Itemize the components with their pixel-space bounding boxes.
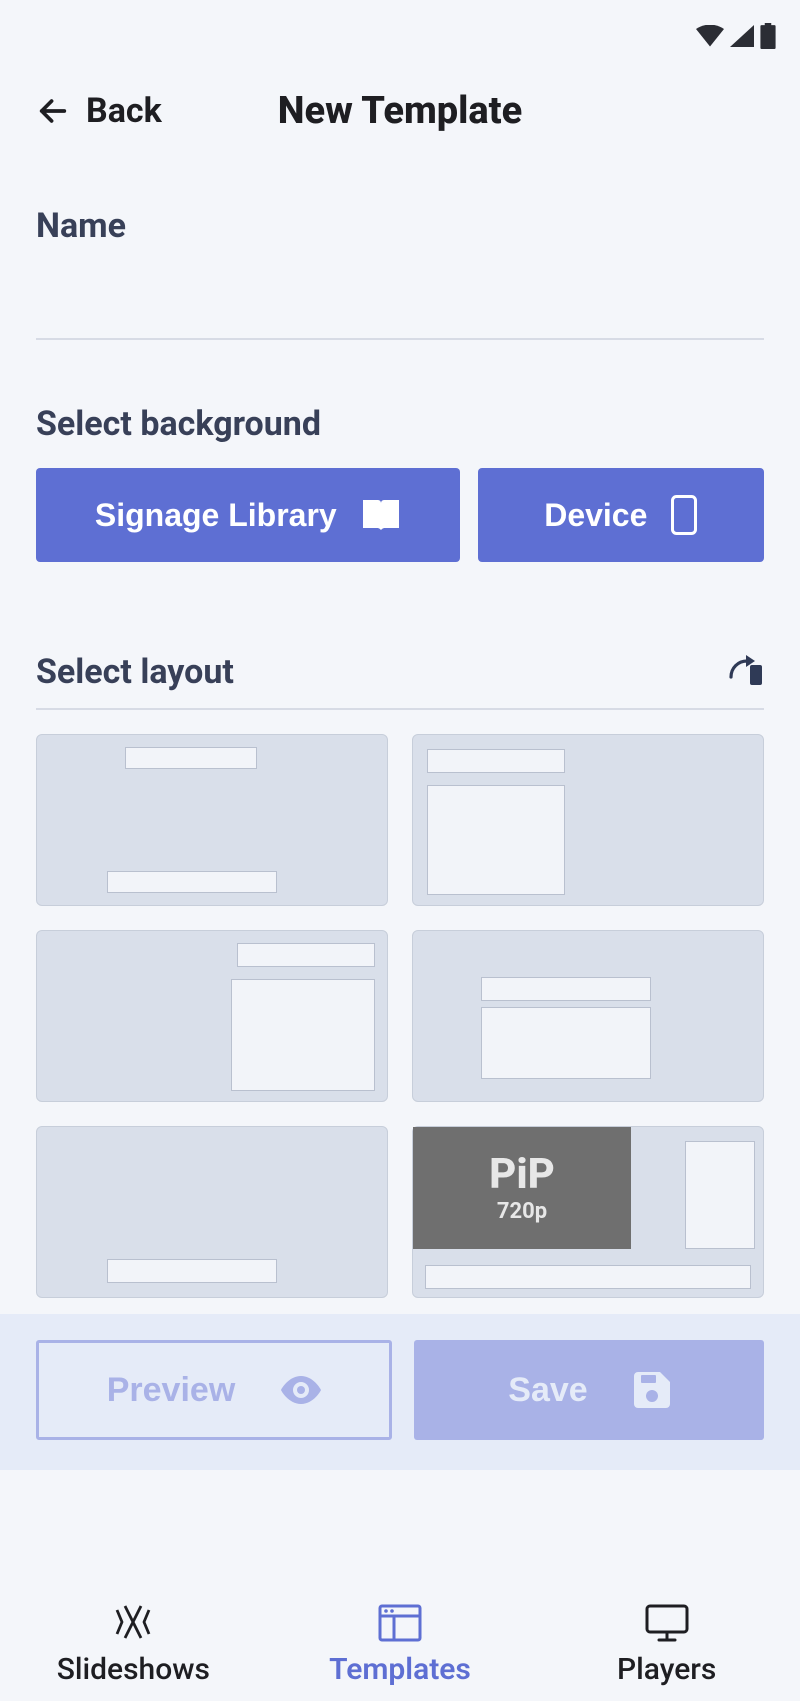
nav-templates[interactable]: Templates [267,1561,534,1701]
background-group: Select background Signage Library Device [36,404,764,562]
device-button[interactable]: Device [478,468,764,562]
layout-pane [107,871,277,893]
background-label: Select background [36,404,764,444]
slideshows-icon [111,1602,155,1642]
layout-divider [36,708,764,710]
action-bar: Preview Save [0,1314,800,1470]
layout-pane [231,979,375,1091]
pip-title: PiP [489,1153,555,1197]
layout-option-1[interactable] [36,734,388,906]
layout-pane [427,785,565,895]
layout-pane [481,1007,651,1079]
header: Back New Template [0,72,800,150]
rotate-icon[interactable] [724,653,764,691]
preview-label: Preview [107,1371,236,1410]
bottom-nav: Slideshows Templates Players [0,1561,800,1701]
back-button[interactable]: Back [36,91,162,131]
layout-pane [427,749,565,773]
layout-label: Select layout [36,652,234,692]
nav-templates-label: Templates [329,1652,471,1687]
back-label: Back [86,91,162,131]
nav-players[interactable]: Players [533,1561,800,1701]
players-icon [643,1602,691,1642]
pip-subtitle: 720p [497,1200,547,1223]
layout-option-4[interactable] [412,930,764,1102]
signal-icon [730,25,754,47]
page-title: New Template [278,89,523,133]
phone-icon [671,495,697,535]
save-button[interactable]: Save [414,1340,764,1440]
name-field-group: Name [36,206,764,340]
name-label: Name [36,206,764,246]
nav-slideshows-label: Slideshows [57,1652,210,1687]
layout-option-2[interactable] [412,734,764,906]
layout-pane [237,943,375,967]
layout-option-5[interactable] [36,1126,388,1298]
preview-button[interactable]: Preview [36,1340,392,1440]
book-icon [361,498,401,532]
layout-group: Select layout [36,652,764,1298]
layout-option-3[interactable] [36,930,388,1102]
signage-library-label: Signage Library [95,497,337,534]
layout-pane [425,1265,751,1289]
templates-icon [378,1604,422,1642]
nav-players-label: Players [617,1652,716,1687]
layout-option-pip[interactable]: PiP 720p [412,1126,764,1298]
layout-pane [685,1141,755,1249]
wifi-icon [696,25,724,47]
pip-block: PiP 720p [413,1127,631,1249]
eye-icon [281,1376,321,1404]
save-icon [634,1372,670,1408]
arrow-left-icon [36,94,70,128]
layout-pane [125,747,257,769]
signage-library-button[interactable]: Signage Library [36,468,460,562]
save-label: Save [508,1371,587,1410]
name-input[interactable] [36,276,764,340]
status-bar [0,0,800,72]
layout-pane [481,977,651,1001]
device-label: Device [544,497,647,534]
battery-icon [760,23,776,49]
nav-slideshows[interactable]: Slideshows [0,1561,267,1701]
layout-pane [107,1259,277,1283]
